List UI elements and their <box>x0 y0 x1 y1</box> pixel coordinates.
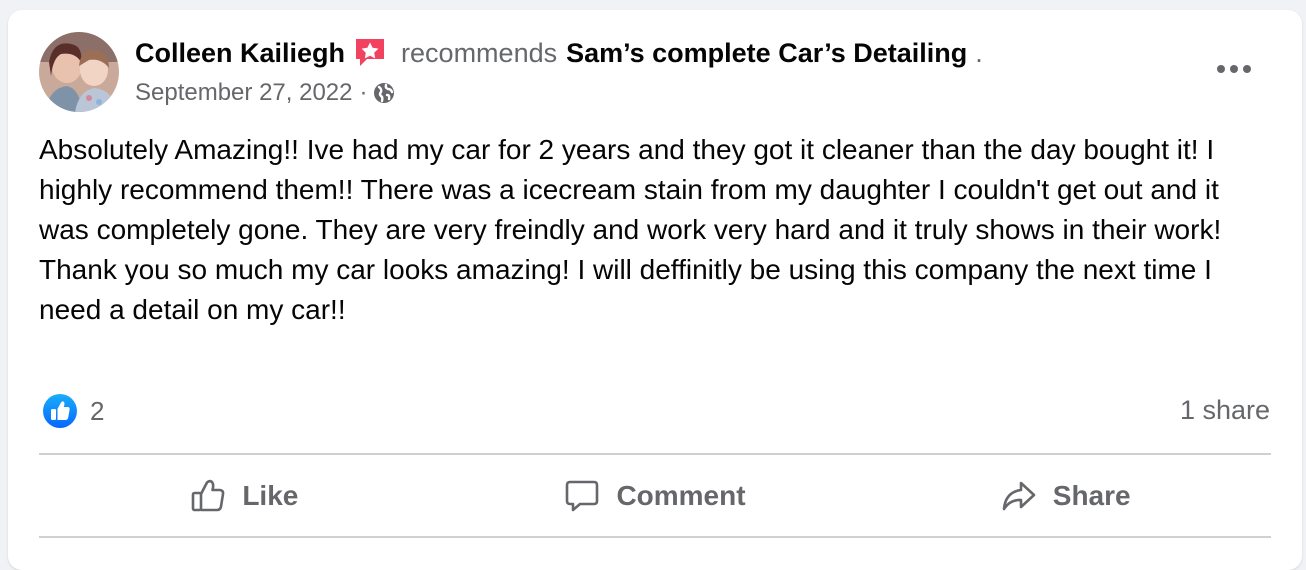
like-reaction-icon <box>42 393 78 429</box>
post-card: Colleen Kailiegh recommends Sam’s comple… <box>8 10 1302 570</box>
share-button[interactable]: Share <box>860 458 1271 534</box>
more-options-icon[interactable] <box>1216 54 1252 84</box>
post-paragraph: Absolutely Amazing!! Ive had my car for … <box>39 134 1222 245</box>
like-button[interactable]: Like <box>39 458 450 534</box>
avatar[interactable] <box>39 32 119 112</box>
comment-button[interactable]: Comment <box>450 458 861 534</box>
trailing-period: . <box>975 37 983 68</box>
share-count[interactable]: 1 share <box>1180 395 1270 426</box>
comment-label: Comment <box>616 480 746 511</box>
reaction-count: 2 <box>90 395 105 426</box>
post-body: Absolutely Amazing!! Ive had my car for … <box>39 130 1269 330</box>
avatar-image <box>39 32 119 112</box>
like-label: Like <box>242 480 299 511</box>
recommendation-star-icon <box>353 36 387 70</box>
recommends-text: recommends <box>401 37 558 68</box>
post-header: Colleen Kailiegh recommends Sam’s comple… <box>135 36 983 70</box>
action-bar: Like Comment Share <box>39 458 1271 534</box>
share-arrow-icon <box>1002 481 1036 511</box>
recommended-page-link[interactable]: Sam’s complete Car’s Detailing <box>566 38 967 69</box>
post-date[interactable]: September 27, 2022 <box>135 79 353 107</box>
comment-icon <box>566 480 599 512</box>
meta-separator: · <box>359 79 368 106</box>
divider <box>39 536 1271 538</box>
reactions-summary[interactable]: 2 <box>42 393 104 429</box>
post-paragraph: Thank you so much my car looks amazing! … <box>39 254 1212 325</box>
post-meta: September 27, 2022 · <box>135 78 395 108</box>
author-name[interactable]: Colleen Kailiegh <box>135 38 345 69</box>
divider <box>39 453 1271 455</box>
share-label: Share <box>1052 480 1131 511</box>
thumbs-up-icon <box>192 479 225 512</box>
globe-icon[interactable] <box>373 82 395 104</box>
